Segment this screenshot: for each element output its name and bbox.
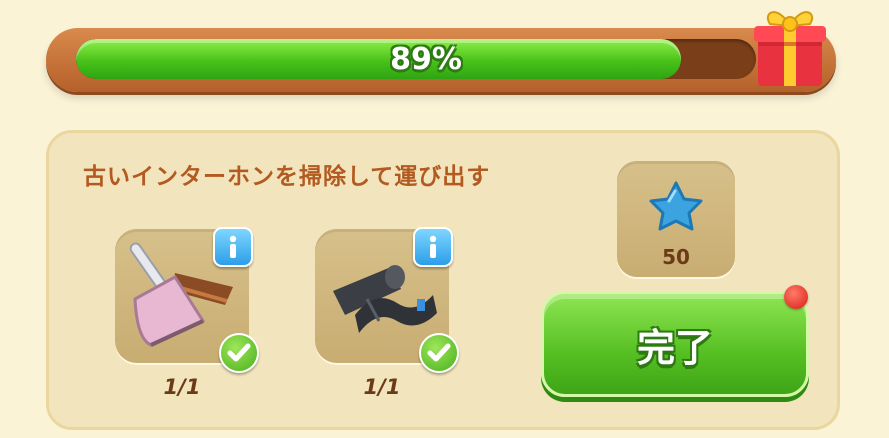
progress-percent-label: 89%: [390, 42, 462, 77]
check-icon: [219, 333, 259, 373]
reward-card: 50: [617, 161, 735, 277]
item-count: 1/1: [363, 375, 401, 399]
complete-button-label: 完了: [636, 325, 713, 370]
info-icon: [229, 235, 237, 258]
progress-bar: 89%: [46, 28, 836, 92]
check-icon: [419, 333, 459, 373]
task-item-garbage-bags[interactable]: [315, 227, 459, 373]
task-panel: 古いインターホンを掃除して運び出す 1/1 1/1 50 完了: [46, 130, 840, 430]
blue-star-icon: [649, 181, 703, 231]
task-item-broom[interactable]: [115, 227, 259, 373]
item-count: 1/1: [163, 375, 201, 399]
info-icon: [429, 235, 437, 258]
gift-box-icon[interactable]: [748, 0, 832, 92]
task-title: 古いインターホンを掃除して運び出す: [83, 164, 491, 190]
info-button[interactable]: [213, 227, 253, 267]
complete-button[interactable]: 完了: [541, 291, 809, 397]
info-button[interactable]: [413, 227, 453, 267]
notification-dot: [784, 285, 808, 309]
reward-value: 50: [662, 245, 690, 269]
